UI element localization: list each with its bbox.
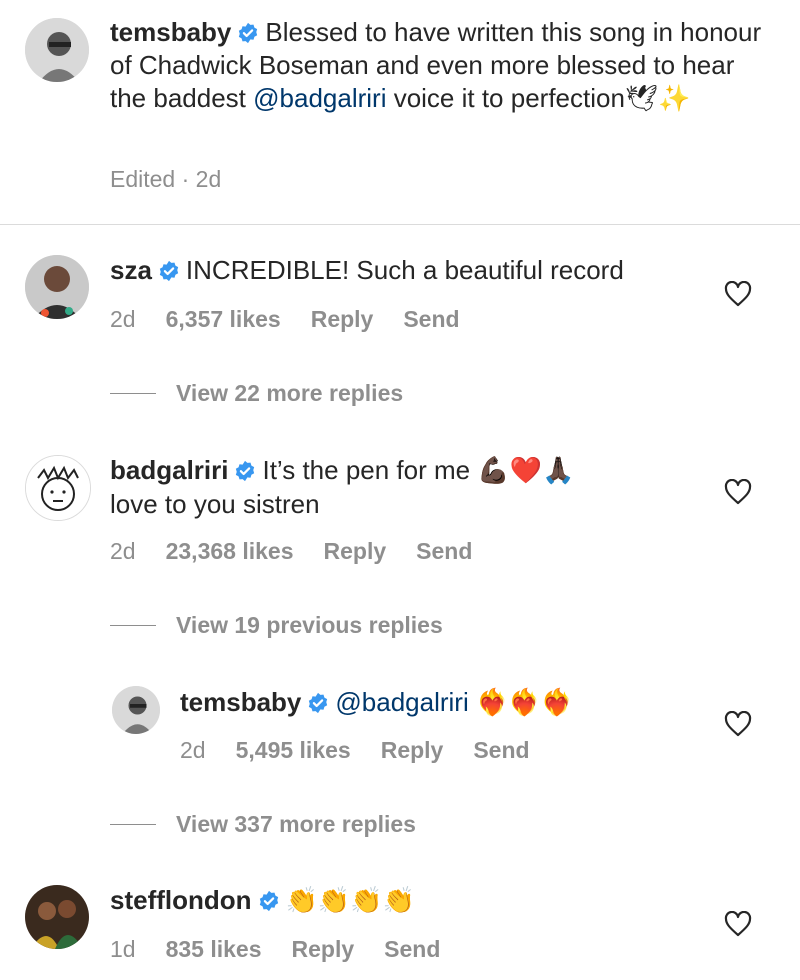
- temsbaby-reply-likes[interactable]: 5,495 likes: [236, 737, 351, 763]
- caption-text: temsbaby Blessed to have written this son…: [110, 16, 770, 116]
- sza-comment-body: INCREDIBLE! Such a beautiful record: [185, 255, 624, 285]
- stefflondon-send-button[interactable]: Send: [384, 936, 440, 962]
- badgalriri-view-replies-label: View 19 previous replies: [176, 612, 443, 638]
- comments-page: temsbaby Blessed to have written this son…: [0, 0, 800, 980]
- temsbaby-view-replies[interactable]: View 337 more replies: [110, 811, 416, 838]
- temsbaby-reply-text: temsbaby @badgalriri ❤️‍🔥❤️‍🔥❤️‍🔥: [180, 686, 720, 720]
- stefflondon-meta: 1d 835 likes Reply Send: [110, 936, 470, 963]
- stefflondon-comment-text: stefflondon 👏👏👏👏: [110, 884, 710, 918]
- verified-badge-icon: [258, 890, 280, 912]
- stefflondon-likes[interactable]: 835 likes: [166, 936, 262, 962]
- caption-avatar[interactable]: [25, 18, 89, 82]
- like-heart-icon[interactable]: [724, 911, 752, 937]
- stefflondon-emojis: 👏👏👏👏: [285, 886, 416, 916]
- badgalriri-meta: 2d 23,368 likes Reply Send: [110, 538, 502, 565]
- temsbaby-reply-reply-button[interactable]: Reply: [381, 737, 444, 763]
- badgalriri-view-replies[interactable]: View 19 previous replies: [110, 612, 443, 639]
- sza-view-replies[interactable]: View 22 more replies: [110, 380, 403, 407]
- reply-line: [110, 824, 156, 825]
- caption-emojis: 🕊✨: [624, 84, 691, 114]
- sza-send-button[interactable]: Send: [403, 306, 459, 332]
- verified-badge-icon: [234, 460, 256, 482]
- temsbaby-reply-emojis: ❤️‍🔥❤️‍🔥❤️‍🔥: [475, 688, 574, 718]
- sza-time: 2d: [110, 306, 136, 332]
- sza-likes[interactable]: 6,357 likes: [166, 306, 281, 332]
- stefflondon-reply-button[interactable]: Reply: [292, 936, 355, 962]
- stefflondon-avatar[interactable]: [25, 885, 89, 949]
- badgalriri-send-button[interactable]: Send: [416, 538, 472, 564]
- temsbaby-reply-mention[interactable]: @badgalriri: [335, 687, 468, 717]
- temsbaby-reply-meta: 2d 5,495 likes Reply Send: [180, 737, 560, 764]
- caption-mention[interactable]: @badgalriri: [253, 83, 386, 113]
- sza-view-replies-label: View 22 more replies: [176, 380, 404, 406]
- like-heart-icon[interactable]: [724, 479, 752, 505]
- badgalriri-time: 2d: [110, 538, 136, 564]
- verified-badge-icon: [307, 692, 329, 714]
- badgalriri-comment-text: badgalriri It’s the pen for me 💪🏿❤️🙏🏿 love…: [110, 454, 710, 521]
- sza-meta: 2d 6,357 likes Reply Send: [110, 306, 490, 333]
- verified-badge-icon: [158, 260, 180, 282]
- badgalriri-avatar[interactable]: [25, 455, 91, 521]
- badgalriri-comment-body: It’s the pen for me: [262, 455, 478, 485]
- temsbaby-reply-time: 2d: [180, 737, 206, 763]
- verified-badge-icon: [237, 22, 259, 44]
- temsbaby-reply-send-button[interactable]: Send: [473, 737, 529, 763]
- temsbaby-reply-avatar[interactable]: [112, 686, 160, 734]
- badgalriri-comment-body-2: love to you sistren: [110, 489, 320, 519]
- badgalriri-emojis: 💪🏿❤️🙏🏿: [477, 456, 575, 486]
- reply-line: [110, 625, 156, 626]
- caption-meta: Edited · 2d: [110, 166, 222, 192]
- like-heart-icon[interactable]: [724, 711, 752, 737]
- reply-line: [110, 393, 156, 394]
- divider: [0, 224, 800, 225]
- stefflondon-username[interactable]: stefflondon: [110, 885, 252, 915]
- sza-reply-button[interactable]: Reply: [311, 306, 374, 332]
- badgalriri-username[interactable]: badgalriri: [110, 455, 228, 485]
- caption-username[interactable]: temsbaby: [110, 17, 231, 47]
- sza-avatar[interactable]: [25, 255, 89, 319]
- badgalriri-reply-button[interactable]: Reply: [324, 538, 387, 564]
- caption-body-end: voice it to perfection: [386, 83, 625, 113]
- like-heart-icon[interactable]: [724, 281, 752, 307]
- badgalriri-likes[interactable]: 23,368 likes: [166, 538, 294, 564]
- stefflondon-time: 1d: [110, 936, 136, 962]
- sza-comment-text: sza INCREDIBLE! Such a beautiful record: [110, 254, 710, 287]
- temsbaby-reply-username[interactable]: temsbaby: [180, 687, 301, 717]
- sza-username[interactable]: sza: [110, 255, 152, 285]
- temsbaby-view-replies-label: View 337 more replies: [176, 811, 416, 837]
